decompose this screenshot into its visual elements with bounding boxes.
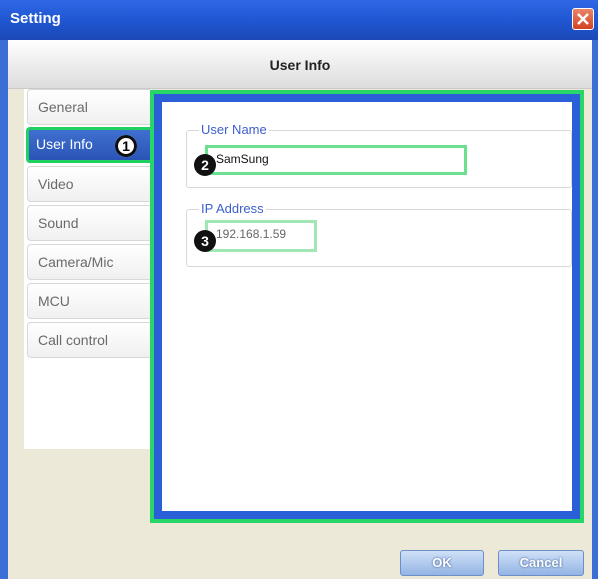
ip-address-legend: IP Address [199,201,266,216]
settings-window: Setting User Info General User Info 1 Vi… [0,0,598,579]
sidebar-item-label: User Info [36,136,93,152]
page-header: User Info [8,40,592,89]
user-name-group: User Name SamSung 2 [186,122,572,188]
ip-address-field: 192.168.1.59 [205,220,317,252]
ip-address-value: 192.168.1.59 [216,227,287,241]
sidebar-item-label: Video [38,176,74,192]
window-title: Setting [10,10,61,27]
cancel-button[interactable]: Cancel [498,550,584,576]
ip-address-group: IP Address 192.168.1.59 3 [186,201,572,267]
sidebar-item-camera-mic[interactable]: Camera/Mic [27,244,151,280]
user-info-panel: User Name SamSung 2 IP Address 192.168.1… [162,102,572,511]
settings-sidebar: General User Info 1 Video Sound Camera/M… [24,89,158,449]
sidebar-item-label: Camera/Mic [38,254,114,270]
sidebar-item-label: MCU [38,293,70,309]
user-info-panel-highlight: User Name SamSung 2 IP Address 192.168.1… [150,90,584,523]
sidebar-item-video[interactable]: Video [27,166,151,202]
sidebar-item-user-info[interactable]: User Info 1 [26,127,158,163]
callout-2-badge: 2 [194,154,216,176]
window-body: User Info General User Info 1 Video Soun… [8,40,592,579]
callout-3-badge: 3 [194,230,216,252]
user-name-input[interactable]: SamSung [205,145,467,175]
user-name-legend: User Name [199,122,269,137]
user-name-value: SamSung [216,152,269,166]
sidebar-item-mcu[interactable]: MCU [27,283,151,319]
sidebar-item-label: General [38,99,88,115]
ok-button[interactable]: OK [400,550,484,576]
sidebar-item-sound[interactable]: Sound [27,205,151,241]
page-title: User Info [269,57,331,73]
sidebar-item-general[interactable]: General [27,89,151,125]
callout-1-badge: 1 [115,135,137,157]
sidebar-item-label: Sound [38,215,79,231]
close-button[interactable] [572,8,594,30]
title-bar[interactable]: Setting [0,0,598,40]
sidebar-item-label: Call control [38,332,109,348]
close-icon [577,13,589,25]
sidebar-item-call-control[interactable]: Call control [27,322,151,358]
